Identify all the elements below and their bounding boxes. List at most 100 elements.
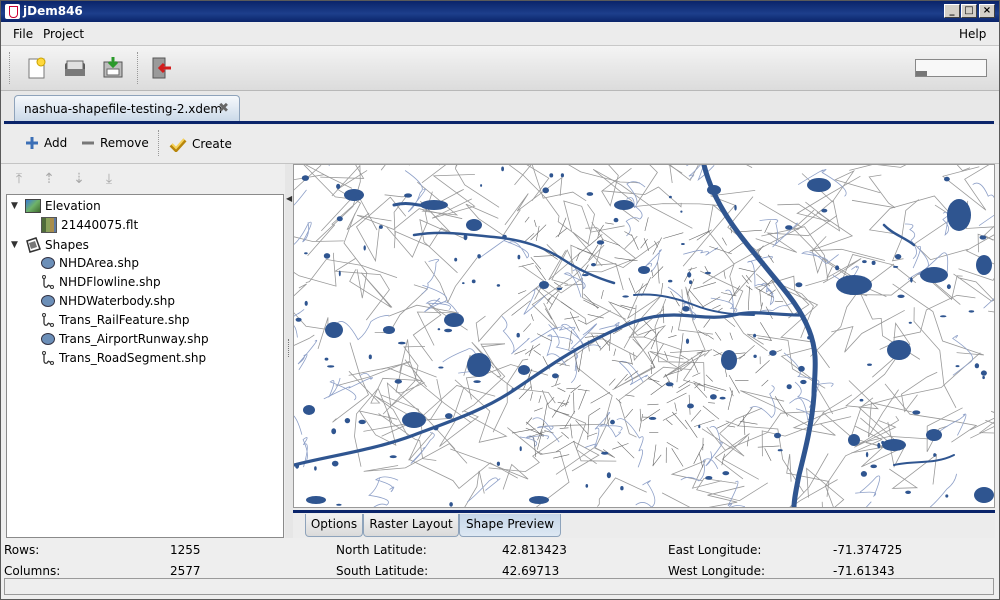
- north-latitude-label: North Latitude:: [336, 543, 427, 557]
- tab-raster-layout[interactable]: Raster Layout: [363, 514, 459, 537]
- create-hand-icon: [169, 138, 187, 152]
- create-button[interactable]: Create: [169, 136, 232, 152]
- layer-tree: ▼ Elevation 21440075.flt ▼ Shapes NHDAre…: [6, 194, 284, 538]
- minimize-button[interactable]: _: [944, 4, 960, 18]
- dataset-info-panel: Rows: 1255 Columns: 2577 North Latitude:…: [1, 539, 999, 579]
- window-title: jDem846: [23, 4, 83, 18]
- save-icon: [103, 57, 123, 78]
- tree-label: Elevation: [45, 199, 101, 213]
- polygon-layer-icon: [41, 333, 55, 345]
- tree-label: Trans_RailFeature.shp: [59, 313, 190, 327]
- tree-label: NHDFlowline.shp: [59, 275, 161, 289]
- add-layer-button[interactable]: Add: [25, 136, 67, 150]
- new-document-icon: [28, 57, 46, 79]
- tree-node-elevation[interactable]: ▼ Elevation: [11, 199, 101, 213]
- move-to-bottom-icon[interactable]: ⤓: [100, 171, 118, 189]
- polygon-layer-icon: [41, 295, 55, 307]
- layer-order-buttons: ⤒ ⇡ ⇣ ⤓: [4, 164, 285, 194]
- road-network: [294, 165, 994, 507]
- layer-pane: ⤒ ⇡ ⇣ ⤓ ▼ Elevation 21440075.flt ▼ Shape…: [4, 164, 285, 538]
- tree-node-shapefile[interactable]: NHDWaterbody.shp: [41, 294, 175, 308]
- south-latitude-value: 42.69713: [502, 564, 560, 578]
- move-up-icon[interactable]: ⇡: [40, 171, 58, 189]
- toolbar-separator: [137, 52, 139, 84]
- tree-label: NHDArea.shp: [59, 256, 139, 270]
- tree-node-shapefile[interactable]: NHDArea.shp: [41, 256, 139, 270]
- tree-node-elevation-file[interactable]: 21440075.flt: [41, 217, 138, 233]
- maximize-button[interactable]: □: [961, 4, 977, 18]
- remove-layer-button[interactable]: Remove: [81, 136, 149, 150]
- collapse-left-icon[interactable]: ◀: [286, 194, 292, 203]
- tree-node-shapefile[interactable]: Trans_RoadSegment.shp: [41, 351, 206, 365]
- minus-icon: [82, 141, 94, 145]
- stream-network: [294, 165, 994, 507]
- polyline-layer-icon: [42, 275, 54, 289]
- splitter-grip[interactable]: [288, 339, 291, 357]
- menu-project[interactable]: Project: [43, 27, 84, 41]
- save-project-button[interactable]: [99, 54, 127, 82]
- document-tab[interactable]: nashua-shapefile-testing-2.xdem ✖: [14, 95, 240, 122]
- shape-preview-canvas[interactable]: [293, 164, 995, 508]
- add-label: Add: [44, 136, 68, 150]
- plus-icon: [26, 137, 38, 149]
- rows-value: 1255: [170, 543, 201, 557]
- close-tab-icon[interactable]: ✖: [218, 101, 229, 116]
- east-longitude-label: East Longitude:: [668, 543, 762, 557]
- tree-label: Trans_AirportRunway.shp: [59, 332, 209, 346]
- remove-label: Remove: [100, 136, 149, 150]
- tree-node-shapes[interactable]: ▼ Shapes: [11, 237, 89, 253]
- move-to-top-icon[interactable]: ⤒: [10, 171, 28, 189]
- tree-label: NHDWaterbody.shp: [59, 294, 175, 308]
- rows-label: Rows:: [4, 543, 40, 557]
- west-longitude-value: -71.61343: [833, 564, 895, 578]
- raster-icon: [41, 217, 57, 233]
- tree-label: 21440075.flt: [61, 218, 139, 232]
- elevation-icon: [25, 199, 41, 213]
- action-separator: [158, 130, 160, 156]
- expand-toggle-icon[interactable]: ▼: [11, 240, 21, 250]
- tree-node-shapefile[interactable]: Trans_AirportRunway.shp: [41, 332, 209, 346]
- layer-action-bar: Add Remove Create: [1, 125, 999, 164]
- open-folder-icon: [65, 60, 85, 76]
- move-down-icon[interactable]: ⇣: [70, 171, 88, 189]
- menu-file[interactable]: File: [13, 27, 33, 41]
- main-toolbar: [1, 46, 999, 91]
- polygon-layer-icon: [41, 257, 55, 269]
- create-label: Create: [192, 137, 232, 151]
- java-cup-icon: [5, 4, 20, 19]
- open-project-button[interactable]: [61, 54, 89, 82]
- view-tab-strip: Options Raster Layout Shape Preview: [293, 508, 995, 538]
- tree-label: Trans_RoadSegment.shp: [59, 351, 207, 365]
- columns-label: Columns:: [4, 564, 61, 578]
- memory-indicator: [915, 59, 987, 77]
- shapes-icon: [26, 237, 41, 253]
- memory-usage-bar: [916, 71, 927, 76]
- north-latitude-value: 42.813423: [502, 543, 567, 557]
- menu-bar: File Project Help: [1, 23, 999, 46]
- exit-door-icon: [152, 57, 171, 79]
- columns-value: 2577: [170, 564, 201, 578]
- close-button[interactable]: ×: [979, 4, 995, 18]
- menu-help[interactable]: Help: [959, 27, 986, 41]
- exit-button[interactable]: [147, 54, 175, 82]
- document-tab-strip: nashua-shapefile-testing-2.xdem ✖: [1, 91, 999, 125]
- new-project-button[interactable]: [23, 54, 51, 82]
- shape-preview-map: [294, 165, 994, 507]
- document-tab-label: nashua-shapefile-testing-2.xdem: [24, 102, 223, 116]
- tab-options[interactable]: Options: [305, 514, 363, 537]
- expand-toggle-icon[interactable]: ▼: [11, 201, 21, 211]
- view-tab-underline: [293, 510, 995, 513]
- tree-label: Shapes: [45, 238, 89, 252]
- tab-underline: [4, 121, 994, 124]
- tree-node-shapefile[interactable]: Trans_RailFeature.shp: [41, 313, 189, 327]
- toolbar-grip[interactable]: [9, 52, 13, 84]
- south-latitude-label: South Latitude:: [336, 564, 429, 578]
- polyline-layer-icon: [42, 313, 54, 327]
- east-longitude-value: -71.374725: [833, 543, 903, 557]
- tab-shape-preview[interactable]: Shape Preview: [459, 514, 561, 537]
- title-bar: jDem846 _ □ ×: [1, 1, 999, 22]
- polyline-layer-icon: [42, 351, 54, 365]
- pane-splitter[interactable]: ◀: [285, 164, 293, 538]
- status-progress-bar: [4, 578, 994, 595]
- tree-node-shapefile[interactable]: NHDFlowline.shp: [41, 275, 161, 289]
